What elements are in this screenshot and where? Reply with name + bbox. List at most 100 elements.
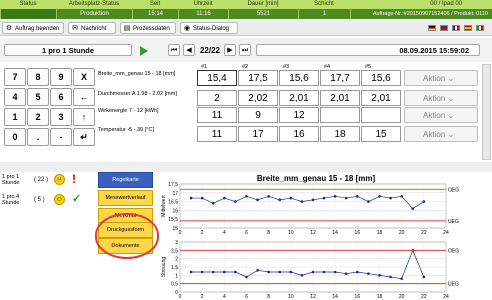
y-tick-label: 1,5: [171, 265, 178, 271]
interval-status-panel: 1 pro 1 Stunde ( 22 ) 😐 ! 1 pro 4 Stunde…: [0, 172, 96, 300]
x-tick-label: 14: [332, 294, 338, 300]
x-tick-label: 22: [421, 294, 427, 300]
data-point: [189, 196, 193, 200]
grid-scrollbar[interactable]: [482, 64, 491, 160]
data-point: [189, 270, 193, 274]
neutral-face-icon: 😐: [54, 174, 65, 185]
upper-chart: 17,51716,51615,5150 2 4 6 8 10 12 14 16 18 20 22 24M…: [161, 182, 459, 236]
data-point: [400, 277, 403, 280]
value-cell[interactable]: 15,4: [197, 70, 237, 86]
y-tick-label: 2: [175, 257, 178, 263]
chevron-down-icon: ⌄: [445, 94, 455, 103]
data-point: [211, 202, 215, 205]
data-point: [289, 196, 293, 200]
action-label: Aktion: [423, 94, 446, 103]
x-tick-label: 2: [201, 230, 204, 236]
data-point: [356, 195, 359, 198]
y-tick-label: 15,5: [168, 217, 178, 223]
value-cell[interactable]: 2,01: [320, 90, 360, 106]
value-cell[interactable]: 17,7: [320, 70, 360, 86]
value-cell[interactable]: [320, 107, 360, 123]
x-tick-label: 2: [201, 294, 204, 300]
chart-area: Breite_mm_genau 15 - 18 [mm] 17,5 17 16,5 1…: [161, 174, 459, 300]
value-cell[interactable]: 2: [197, 90, 237, 106]
y-axis-label: Mittelwert: [161, 195, 167, 217]
data-point: [278, 270, 282, 274]
measurement-history-button[interactable]: Messwertverlauf: [98, 190, 153, 206]
control-chart-button[interactable]: Regelkarte: [98, 172, 153, 188]
highlight-circle: [95, 213, 159, 259]
data-point: [422, 275, 426, 279]
data-point: [211, 270, 215, 274]
data-point: [200, 196, 204, 200]
x-tick-label: 14: [332, 230, 338, 236]
action-dropdown[interactable]: Aktion ⌄: [404, 90, 478, 106]
data-point: [322, 270, 326, 274]
data-point: [300, 200, 304, 203]
value-cell[interactable]: 2,01: [279, 90, 319, 106]
value-cell[interactable]: 11: [197, 107, 237, 123]
row-label: Wirkenergie 7 - 12 [kWh]: [98, 108, 159, 114]
data-point: [234, 200, 237, 203]
y-tick-label: 16: [172, 208, 178, 214]
value-cell[interactable]: 17: [238, 126, 278, 142]
data-point: [311, 270, 315, 274]
x-tick-label: 16: [355, 230, 361, 236]
x-tick-label: 0: [179, 230, 182, 236]
data-point: [378, 274, 381, 277]
action-dropdown[interactable]: Aktion ⌄: [404, 126, 478, 142]
x-tick-label: 10: [288, 294, 294, 300]
value-cell[interactable]: 2,02: [238, 90, 278, 106]
interval-count: ( 22 ): [34, 177, 49, 183]
action-dropdown[interactable]: Aktion ⌄: [404, 70, 478, 86]
value-cell[interactable]: [361, 107, 401, 123]
action-dropdown[interactable]: Aktion ⌄: [404, 107, 478, 123]
data-point: [245, 275, 248, 279]
y-tick-label: 15: [172, 226, 178, 232]
value-cell[interactable]: 17,5: [238, 70, 278, 86]
data-point: [278, 198, 282, 202]
data-point: [356, 270, 359, 274]
row-label: Temperatur -5 - 30 [°C]: [98, 127, 154, 133]
smile-face-icon: ☺: [54, 194, 65, 205]
value-cell[interactable]: 18: [320, 126, 360, 142]
data-point: [344, 196, 348, 200]
chevron-down-icon: ⌄: [445, 74, 455, 83]
action-label: Aktion: [423, 111, 446, 120]
data-point: [200, 270, 204, 274]
x-tick-label: 8: [267, 294, 270, 300]
interval-label: 1 pro 4 Stunde: [2, 194, 20, 206]
value-cell[interactable]: 12: [279, 107, 319, 123]
value-cell[interactable]: 15,6: [361, 70, 401, 86]
data-point: [267, 270, 270, 274]
data-point: [367, 200, 370, 203]
data-point: [411, 249, 415, 252]
chevron-down-icon: ⌄: [445, 111, 455, 120]
data-point: [389, 275, 392, 279]
x-tick-label: 20: [399, 230, 405, 236]
data-point: [245, 195, 248, 198]
row-label: Durchmesser A 1.98 - 2.02 [mm]: [98, 91, 177, 97]
x-tick-label: 18: [377, 230, 383, 236]
x-tick-label: 12: [310, 230, 316, 236]
y-tick-label: 3: [175, 240, 178, 246]
value-cell[interactable]: 16: [279, 126, 319, 142]
x-tick-label: 6: [245, 294, 248, 300]
value-cell[interactable]: 15: [361, 126, 401, 142]
limit-label: OEG: [448, 187, 459, 193]
data-point: [311, 198, 315, 202]
value-cell[interactable]: 2,01: [361, 90, 401, 106]
x-tick-label: 10: [288, 230, 294, 236]
data-point: [223, 196, 226, 200]
value-cell[interactable]: 9: [238, 107, 278, 123]
value-cell[interactable]: 11: [197, 126, 237, 142]
x-tick-label: 22: [421, 230, 427, 236]
data-point: [223, 270, 226, 274]
y-tick-label: 1: [175, 273, 178, 279]
data-point: [400, 195, 403, 198]
data-point: [422, 200, 426, 203]
value-cell[interactable]: 15,6: [279, 70, 319, 86]
data-point: [300, 274, 304, 277]
data-point: [256, 269, 259, 272]
measurement-grid: #1 #2 #3 #4 #5 Breite_mm_genau 15 - 18 [mm] 15…: [0, 0, 492, 160]
